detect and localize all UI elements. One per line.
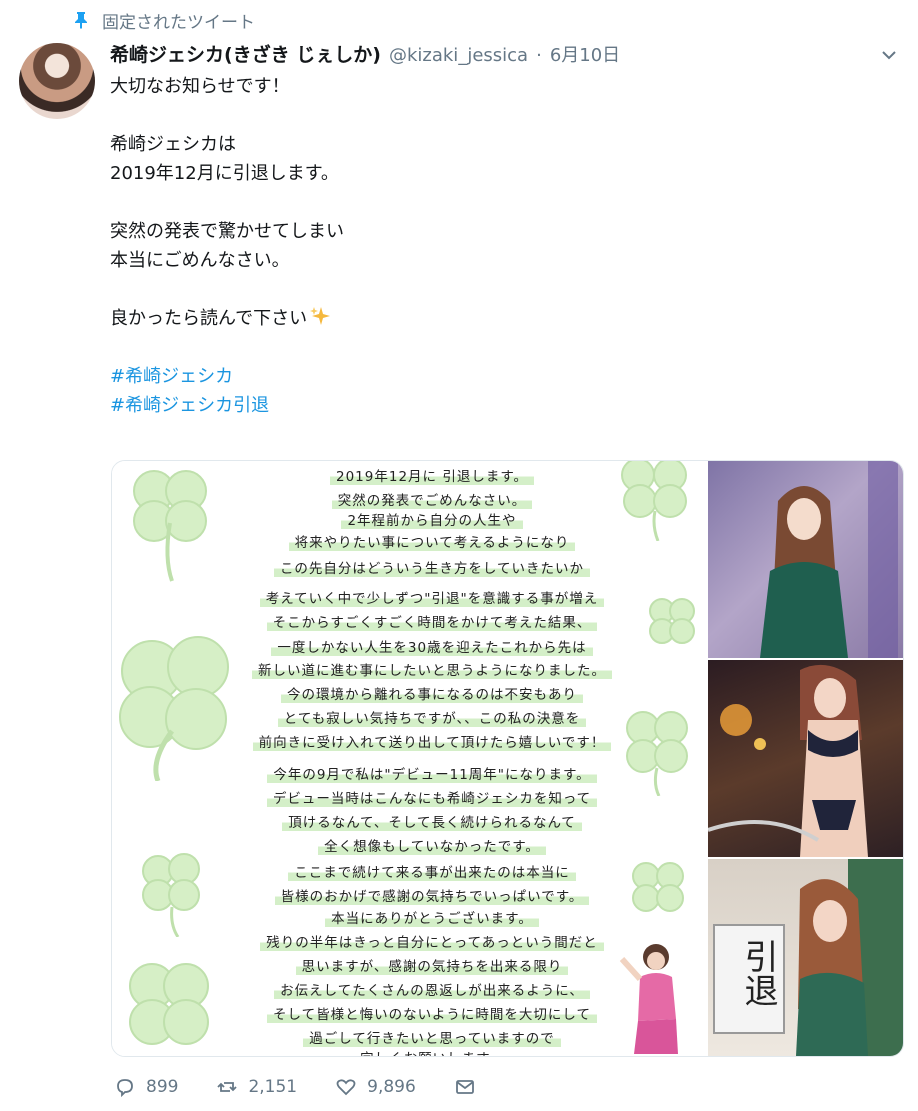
tweet-media[interactable]: 2019年12月に 引退します。 突然の発表でごめんなさい。 2年程前から自分の人生… bbox=[111, 460, 904, 1057]
letter-line: 頂けるなんて、そして長く続けられるなんて bbox=[172, 811, 692, 831]
photo-sign[interactable]: 引退 bbox=[708, 859, 903, 1056]
tweet-line: 突然の発表で驚かせてしまい bbox=[110, 221, 344, 242]
pinned-text: 固定されたツイート bbox=[102, 12, 255, 33]
tweet-line: 良かったら読んで下さい bbox=[110, 308, 308, 329]
retweet-icon bbox=[217, 1082, 238, 1092]
photo-lingerie[interactable] bbox=[708, 660, 903, 857]
tweet-line-with-emoji: 良かったら読んで下さい bbox=[110, 304, 810, 333]
tweet-header: 希崎ジェシカ(きざき じぇしか) @kizaki_jessica · 6月10日 bbox=[110, 40, 858, 70]
letter-line: 過ごして行きたいと思っていますので bbox=[172, 1027, 692, 1047]
photo-content bbox=[760, 461, 898, 658]
letter-line: 突然の発表でごめんなさい。 bbox=[172, 489, 692, 509]
photo-green-dress[interactable] bbox=[708, 461, 903, 658]
like-count: 9,896 bbox=[367, 1077, 416, 1097]
tweet-date[interactable]: 6月10日 bbox=[550, 41, 620, 67]
tweet-line: 本当にごめんなさい。 bbox=[110, 250, 290, 271]
photo-content bbox=[708, 664, 868, 857]
author-handle[interactable]: @kizaki_jessica bbox=[389, 45, 528, 66]
letter-line: 将来やりたい事について考えるようになり bbox=[172, 531, 692, 551]
letter-image[interactable]: 2019年12月に 引退します。 突然の発表でごめんなさい。 2年程前から自分の人生… bbox=[112, 461, 704, 1056]
hashtag-link[interactable]: #希崎ジェシカ bbox=[110, 362, 810, 391]
retweet-button[interactable]: 2,151 bbox=[216, 1076, 297, 1098]
letter-line: お伝えしてたくさんの恩返しが出来るように、 bbox=[172, 979, 692, 999]
letter-line: そして皆様と悔いのないように時間を大切にして bbox=[172, 1003, 692, 1023]
letter-line: 前向きに受け入れて送り出して頂けたら嬉しいです！ bbox=[172, 731, 692, 751]
letter-line: そこからすごくすごく時間をかけて考えた結果、 bbox=[172, 611, 692, 631]
letter-line: 思いますが、感謝の気持ちを出来る限り bbox=[172, 955, 692, 975]
letter-line: 全く想像もしていなかったです。 bbox=[172, 835, 692, 855]
letter-line: 宜しくお願いします。 bbox=[172, 1047, 692, 1056]
retirement-sign: 引退 bbox=[738, 939, 778, 1007]
letter-line: 2019年12月に 引退します。 bbox=[172, 465, 692, 485]
reply-icon bbox=[117, 1079, 133, 1098]
chevron-down-icon[interactable] bbox=[878, 46, 900, 64]
letter-line: 今の環境から離れる事になるのは不安もあり bbox=[172, 683, 692, 703]
tweet-line: 希崎ジェシカは bbox=[110, 134, 236, 155]
envelope-icon bbox=[455, 1080, 474, 1094]
letter-line: この先自分はどういう生き方をしていきたいか bbox=[172, 557, 692, 577]
like-button[interactable]: 9,896 bbox=[335, 1076, 416, 1098]
heart-icon bbox=[336, 1079, 356, 1096]
letter-line: デビュー当時はこんなにも希崎ジェシカを知って bbox=[172, 787, 692, 807]
reply-count: 899 bbox=[146, 1077, 179, 1097]
letter-line: 2年程前から自分の人生や bbox=[172, 509, 692, 529]
pin-icon bbox=[75, 12, 87, 29]
direct-message-button[interactable] bbox=[454, 1076, 476, 1098]
letter-line: 皆様のおかげで感謝の気持ちでいっぱいです。 bbox=[172, 885, 692, 905]
tweet-line: 大切なお知らせです！ bbox=[110, 76, 290, 97]
letter-line: ここまで続けて来る事が出来たのは本当に bbox=[172, 861, 692, 881]
letter-line: 新しい道に進む事にしたいと思うようになりました。 bbox=[172, 659, 692, 679]
letter-line: 本当にありがとうございます。 bbox=[172, 907, 692, 927]
pinned-tweet-label: 固定されたツイート bbox=[74, 8, 255, 33]
sparkles-icon bbox=[310, 307, 331, 325]
letter-line: とても寂しい気持ちですが、、この私の決意を bbox=[172, 707, 692, 727]
letter-line: 考えていく中で少しずつ"引退"を意識する事が増え bbox=[172, 587, 692, 607]
retweet-count: 2,151 bbox=[248, 1077, 298, 1097]
tweet-actions: 899 2,151 9,896 bbox=[114, 1073, 514, 1101]
letter-line: 一度しかない人生を30歳を迎えたこれから先は bbox=[172, 636, 692, 656]
header-separator: · bbox=[536, 45, 542, 66]
letter-line: 残りの半年はきっと自分にとってあっという間だと bbox=[172, 931, 692, 951]
avatar[interactable] bbox=[19, 43, 95, 119]
tweet-line: 2019年12月に引退します。 bbox=[110, 163, 339, 184]
reply-button[interactable]: 899 bbox=[114, 1076, 178, 1098]
letter-line: 今年の9月で私は"デビュー11周年"になります。 bbox=[172, 763, 692, 783]
hashtag-link[interactable]: #希崎ジェシカ引退 bbox=[110, 391, 810, 420]
author-name[interactable]: 希崎ジェシカ(きざき じぇしか) bbox=[110, 40, 381, 67]
tweet-text: 大切なお知らせです！ 希崎ジェシカは 2019年12月に引退します。 突然の発表… bbox=[110, 72, 810, 420]
